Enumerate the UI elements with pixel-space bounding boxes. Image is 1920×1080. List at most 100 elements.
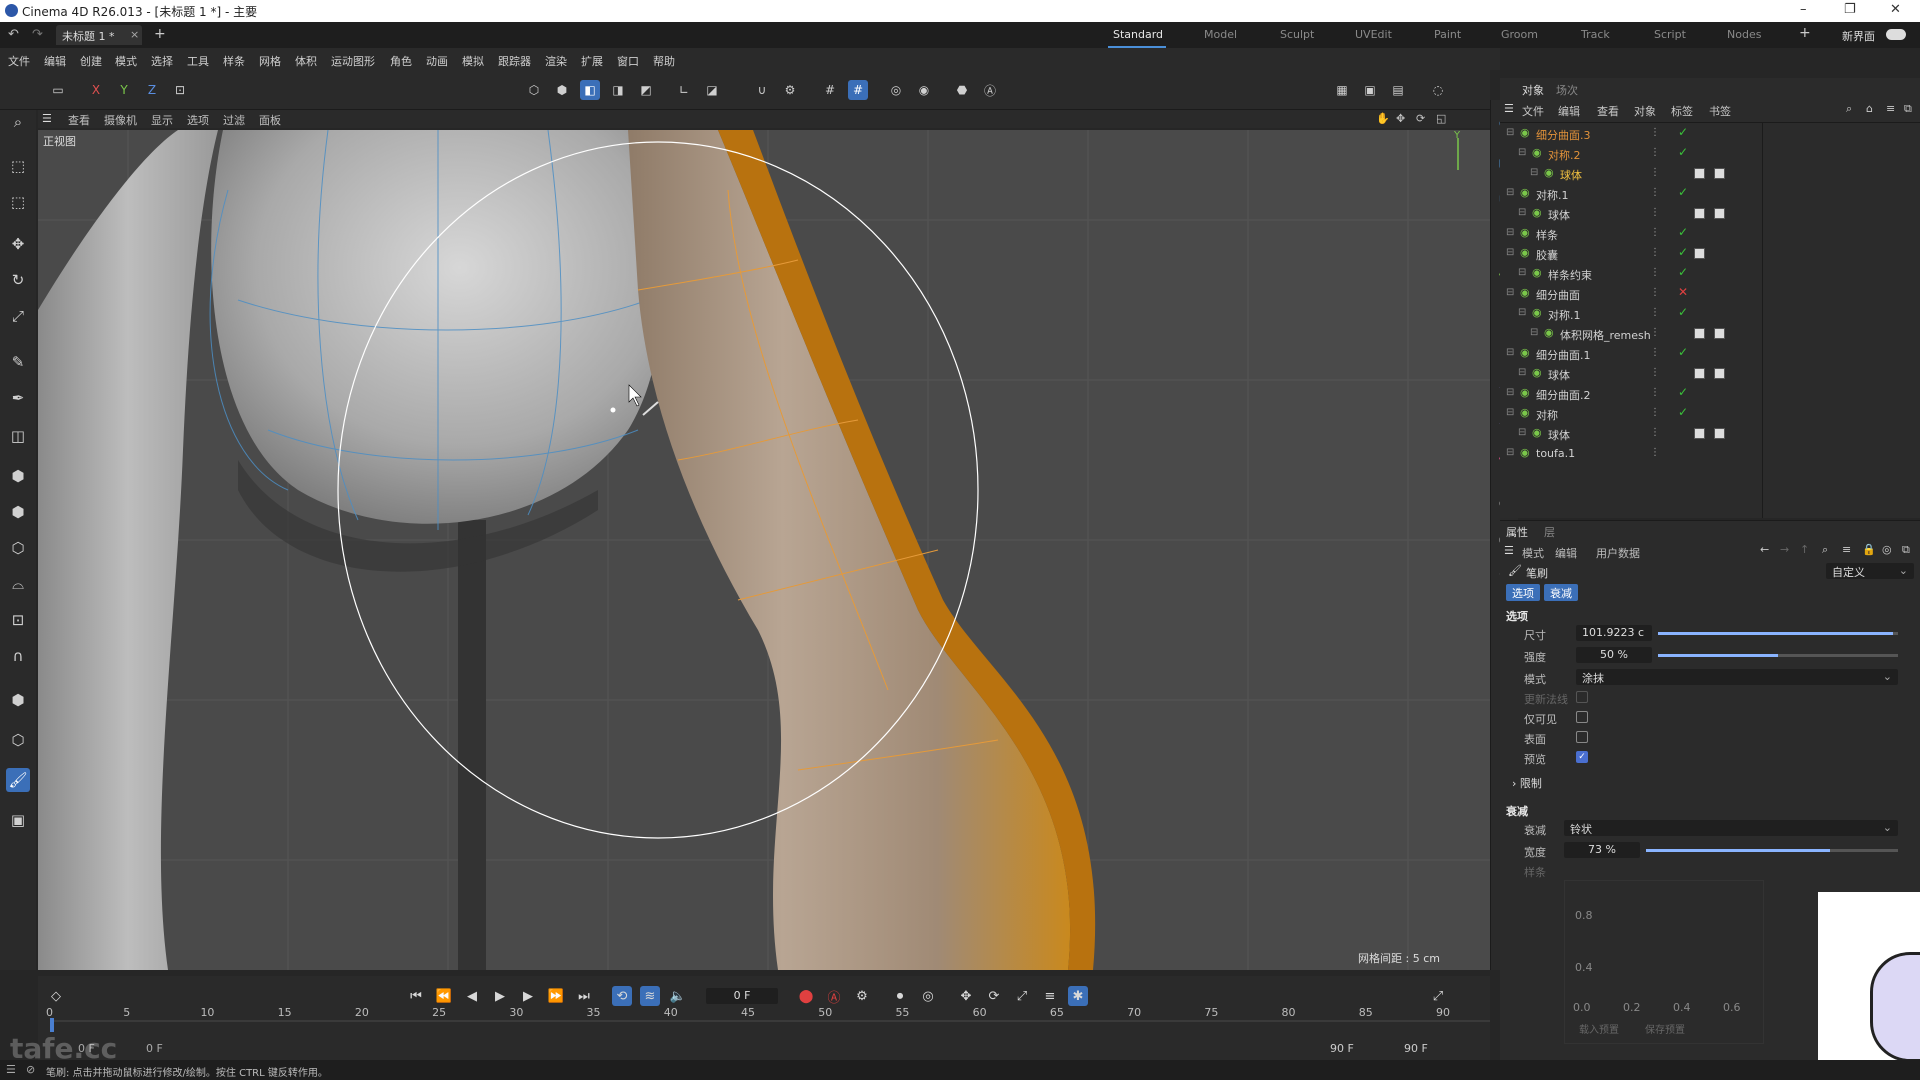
uv-mode-icon[interactable]: ◨ bbox=[608, 80, 628, 100]
object-name[interactable]: 对称 bbox=[1536, 407, 1558, 423]
polygon-object-icon[interactable]: ⬢ bbox=[6, 500, 30, 524]
workspace-script[interactable]: Script bbox=[1654, 28, 1686, 41]
close-window-button[interactable]: ✕ bbox=[1890, 2, 1901, 17]
visibility-dots-icon[interactable]: ⋮ bbox=[1650, 347, 1660, 358]
box-selection-icon[interactable]: ⬚ bbox=[6, 190, 30, 214]
object-tag-icon[interactable] bbox=[1714, 368, 1725, 379]
add-tab-button[interactable]: + bbox=[154, 26, 166, 42]
visibility-dots-icon[interactable]: ⋮ bbox=[1650, 287, 1660, 298]
key-interpolation-icon[interactable]: ◎ bbox=[918, 986, 938, 1006]
visibility-dots-icon[interactable]: ⋮ bbox=[1650, 387, 1660, 398]
object-tag-icon[interactable] bbox=[1694, 328, 1705, 339]
visibility-dots-icon[interactable]: ⋮ bbox=[1650, 247, 1660, 258]
new-interface-toggle[interactable] bbox=[1886, 29, 1906, 40]
menu-window[interactable]: 窗口 bbox=[617, 53, 639, 69]
strength-slider-track[interactable] bbox=[1658, 654, 1898, 657]
record-icon[interactable]: ⬤ bbox=[796, 986, 816, 1006]
enabled-check-icon[interactable]: ✓ bbox=[1678, 145, 1688, 159]
sound-icon[interactable]: 🔈 bbox=[668, 986, 688, 1006]
viewport-3d[interactable]: 正视图 Y 网格间距 : 5 cm bbox=[38, 130, 1490, 970]
enabled-check-icon[interactable]: ✓ bbox=[1678, 125, 1688, 139]
attr-menu-mode[interactable]: 模式 bbox=[1522, 545, 1544, 561]
attr-lock-icon[interactable]: 🔒 bbox=[1862, 543, 1876, 556]
head-sphere-mesh[interactable] bbox=[211, 130, 663, 524]
go-to-end-icon[interactable]: ⏭ bbox=[574, 986, 594, 1006]
update-normals-checkbox[interactable] bbox=[1576, 691, 1588, 703]
om-menu-view[interactable]: 查看 bbox=[1597, 103, 1619, 119]
object-name[interactable]: 球体 bbox=[1548, 367, 1570, 383]
object-row[interactable]: ⊟ ◉ 对称.1 ⋮ ✓ bbox=[1500, 184, 1920, 204]
back-arrow-icon[interactable]: ← bbox=[1760, 543, 1769, 556]
rotate-icon[interactable]: ↻ bbox=[6, 268, 30, 292]
enabled-check-icon[interactable]: ✓ bbox=[1678, 345, 1688, 359]
lock-z-axis-button[interactable]: Z bbox=[142, 80, 162, 100]
menu-create[interactable]: 创建 bbox=[80, 53, 102, 69]
coordinate-system-icon[interactable]: ⊡ bbox=[170, 80, 190, 100]
expand-icon[interactable]: ⊟ bbox=[1518, 427, 1526, 438]
disabled-x-icon[interactable]: ✕ bbox=[1678, 285, 1688, 299]
attr-new-window-icon[interactable]: ⧉ bbox=[1902, 543, 1910, 557]
bend-deformer-icon[interactable]: ⌓ bbox=[6, 572, 30, 596]
enabled-check-icon[interactable]: ✓ bbox=[1678, 225, 1688, 239]
tab-objects[interactable]: 对象 bbox=[1522, 82, 1544, 98]
object-name[interactable]: 球体 bbox=[1560, 167, 1582, 183]
attr-menu-userdata[interactable]: 用户数据 bbox=[1596, 545, 1640, 561]
object-tag-icon[interactable] bbox=[1694, 428, 1705, 439]
workspace-track[interactable]: Track bbox=[1581, 28, 1610, 41]
expand-icon[interactable]: ⊟ bbox=[1518, 147, 1526, 158]
object-row[interactable]: ⊟ ◉ toufa.1 ⋮ bbox=[1500, 444, 1920, 464]
surface-checkbox[interactable] bbox=[1576, 731, 1588, 743]
menu-animate[interactable]: 动画 bbox=[426, 53, 448, 69]
expand-icon[interactable]: ⊟ bbox=[1530, 167, 1538, 178]
menu-tools[interactable]: 工具 bbox=[187, 53, 209, 69]
object-row[interactable]: ⊟ ◉ 体积网格_remesh ⋮ bbox=[1500, 324, 1920, 344]
attr-menu-edit[interactable]: 编辑 bbox=[1555, 545, 1577, 561]
snap-magnet-icon[interactable]: ∪ bbox=[752, 80, 772, 100]
soft-selection-icon[interactable]: ◎ bbox=[886, 80, 906, 100]
object-name[interactable]: 球体 bbox=[1548, 427, 1570, 443]
object-name[interactable]: 样条约束 bbox=[1548, 267, 1592, 283]
object-row[interactable]: ⊟ ◉ 球体 ⋮ bbox=[1500, 164, 1920, 184]
live-selection-icon[interactable]: ⬚ bbox=[6, 154, 30, 178]
object-tag-icon[interactable] bbox=[1694, 208, 1705, 219]
param-key-icon[interactable]: ≡ bbox=[1040, 986, 1060, 1006]
preset-dropdown[interactable]: 自定义 ⌄ bbox=[1826, 563, 1914, 579]
up-arrow-icon[interactable]: ↑ bbox=[1800, 543, 1809, 556]
viewport-hamburger-icon[interactable]: ☰ bbox=[42, 112, 52, 125]
viewport-menu-filter[interactable]: 过滤 bbox=[223, 112, 245, 128]
om-home-icon[interactable]: ⌂ bbox=[1866, 102, 1873, 115]
object-tag-icon[interactable] bbox=[1694, 168, 1705, 179]
previous-frame-icon[interactable]: ◀ bbox=[462, 986, 482, 1006]
object-tag-icon[interactable] bbox=[1714, 168, 1725, 179]
workplane-grid-icon[interactable]: # bbox=[820, 80, 840, 100]
om-menu-edit[interactable]: 编辑 bbox=[1558, 103, 1580, 119]
points-mode-icon[interactable]: ⬡ bbox=[524, 80, 544, 100]
minimize-button[interactable]: – bbox=[1800, 2, 1807, 17]
camera-capture-icon[interactable]: ⊡ bbox=[6, 608, 30, 632]
expand-icon[interactable]: ⊟ bbox=[1518, 267, 1526, 278]
object-tag-icon[interactable] bbox=[1714, 208, 1725, 219]
tweak-mode-icon[interactable]: ◪ bbox=[702, 80, 722, 100]
object-row[interactable]: ⊟ ◉ 对称 ⋮ ✓ bbox=[1500, 404, 1920, 424]
visibility-dots-icon[interactable]: ⋮ bbox=[1650, 407, 1660, 418]
extrude-icon[interactable]: ⬢ bbox=[6, 688, 30, 712]
workspace-paint[interactable]: Paint bbox=[1434, 28, 1461, 41]
workspace-standard[interactable]: Standard bbox=[1113, 28, 1163, 41]
document-tab[interactable]: 未标题 1 * × bbox=[56, 25, 142, 45]
width-slider-track[interactable] bbox=[1646, 849, 1898, 852]
expand-icon[interactable]: ⊟ bbox=[1506, 447, 1514, 458]
enabled-check-icon[interactable]: ✓ bbox=[1678, 245, 1688, 259]
autokey-icon[interactable]: Ⓐ bbox=[824, 986, 844, 1006]
keyframe-diamond-icon[interactable]: ◇ bbox=[46, 986, 66, 1006]
expand-icon[interactable]: ⊟ bbox=[1506, 347, 1514, 358]
menu-character[interactable]: 角色 bbox=[390, 53, 412, 69]
pla-key-icon[interactable]: ✱ bbox=[1068, 986, 1088, 1006]
close-tab-icon[interactable]: × bbox=[130, 28, 139, 41]
om-search-icon[interactable]: ⌕ bbox=[1846, 102, 1852, 116]
attribute-a-icon[interactable]: Ⓐ bbox=[980, 80, 1000, 100]
tab-attributes[interactable]: 属性 bbox=[1506, 524, 1528, 540]
object-row[interactable]: ⊟ ◉ 细分曲面.2 ⋮ ✓ bbox=[1500, 384, 1920, 404]
polygons-mode-icon[interactable]: ◧ bbox=[580, 80, 600, 100]
visibility-dots-icon[interactable]: ⋮ bbox=[1650, 127, 1660, 138]
object-name[interactable]: 细分曲面.2 bbox=[1536, 387, 1591, 403]
